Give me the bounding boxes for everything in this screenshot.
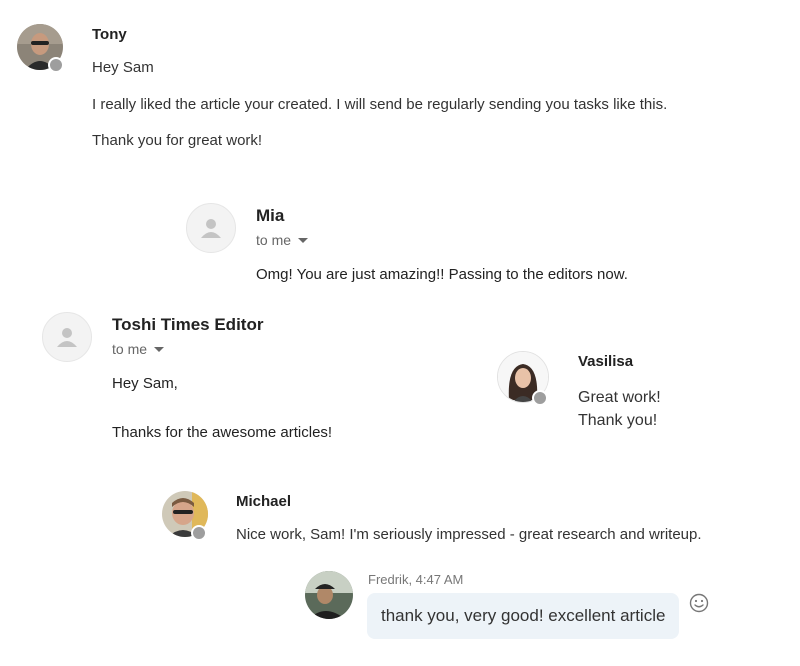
- fredrik-meta: Fredrik, 4:47 AM: [368, 572, 464, 587]
- chevron-down-icon: [154, 346, 165, 352]
- tony-name: Tony: [92, 26, 127, 43]
- smiley-icon[interactable]: [689, 593, 709, 613]
- toshi-message-line-2: Thanks for the awesome articles!: [112, 424, 333, 441]
- tony-message-line-2: I really liked the article your created.…: [92, 96, 668, 113]
- vasilisa-message-line-2: Thank you!: [578, 412, 658, 429]
- vasilisa-avatar[interactable]: [497, 351, 549, 406]
- mia-avatar[interactable]: [186, 203, 236, 253]
- mia-recipient-label: to me: [256, 232, 292, 248]
- mia-name: Mia: [256, 206, 285, 225]
- michael-name: Michael: [236, 493, 292, 510]
- person-icon: [57, 328, 77, 347]
- tony-status-dot: [48, 57, 64, 73]
- tony-avatar[interactable]: [17, 24, 64, 73]
- person-icon: [201, 219, 221, 238]
- mia-recipient-dropdown[interactable]: to me: [256, 232, 309, 248]
- michael-message: Nice work, Sam! I'm seriously impressed …: [236, 526, 702, 543]
- fredrik-avatar[interactable]: [305, 571, 353, 619]
- michael-avatar[interactable]: [162, 491, 208, 541]
- fredrik-message-bubble: thank you, very good! excellent article: [367, 593, 679, 639]
- toshi-recipient-label: to me: [112, 341, 148, 357]
- vasilisa-message-line-1: Great work!: [578, 389, 661, 406]
- toshi-avatar[interactable]: [42, 312, 92, 362]
- mia-message: Omg! You are just amazing!! Passing to t…: [256, 266, 628, 283]
- michael-status-dot: [191, 525, 207, 541]
- vasilisa-name: Vasilisa: [578, 353, 634, 370]
- vasilisa-status-dot: [532, 390, 548, 406]
- toshi-name: Toshi Times Editor: [112, 315, 264, 334]
- toshi-message-line-1: Hey Sam,: [112, 375, 178, 392]
- chevron-down-icon: [298, 237, 309, 243]
- tony-message-line-1: Hey Sam: [92, 59, 154, 76]
- toshi-recipient-dropdown[interactable]: to me: [112, 341, 165, 357]
- fredrik-photo: [305, 571, 353, 619]
- tony-message-line-3: Thank you for great work!: [92, 132, 263, 149]
